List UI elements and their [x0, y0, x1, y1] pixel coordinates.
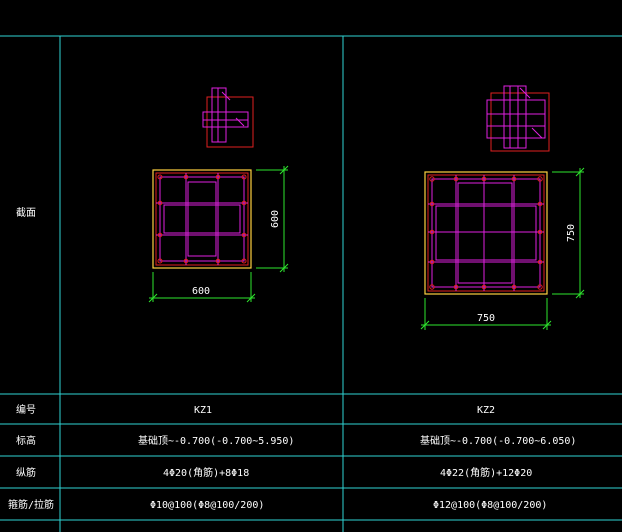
kz1-elevation: 基础顶~-0.700(-0.700~5.950) — [138, 434, 294, 447]
kz1-stirrup: Φ10@100(Φ8@100/200) — [150, 500, 264, 511]
cad-drawing-canvas: 截面 编号 标高 纵筋 箍筋/拉筋 600 600 KZ1 基础顶~-0.700… — [0, 35, 622, 532]
kz1-id: KZ1 — [194, 405, 212, 416]
kz1-stirrup-schematic — [202, 87, 254, 148]
kz2-width-dim: 750 — [477, 313, 495, 324]
row-label-number: 编号 — [16, 403, 36, 416]
kz2-height-dim: 750 — [566, 224, 577, 242]
row-label-stirrup: 箍筋/拉筋 — [8, 498, 54, 511]
row-label-longitudinal: 纵筋 — [16, 466, 36, 479]
table-grid — [0, 35, 622, 532]
kz2-elevation: 基础顶~-0.700(-0.700~6.050) — [420, 434, 576, 447]
row-label-section: 截面 — [16, 206, 36, 219]
kz1-longitudinal: 4Φ20(角筋)+8Φ18 — [163, 466, 249, 479]
kz2-section — [424, 171, 548, 295]
kz2-stirrup: Φ12@100(Φ8@100/200) — [433, 500, 547, 511]
kz1-height-dim: 600 — [270, 210, 281, 228]
kz1-section — [152, 169, 252, 269]
kz2-stirrup-schematic — [486, 85, 550, 152]
kz2-id: KZ2 — [477, 405, 495, 416]
kz2-dimensions — [420, 167, 585, 330]
kz2-longitudinal: 4Φ22(角筋)+12Φ20 — [440, 466, 532, 479]
kz1-width-dim: 600 — [192, 286, 210, 297]
row-label-elevation: 标高 — [16, 434, 36, 447]
